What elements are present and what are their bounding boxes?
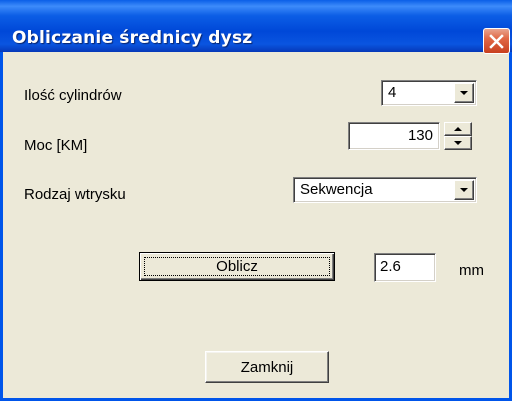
close-button-label: Zamknij: [240, 359, 294, 376]
spin-up-icon: [454, 127, 462, 131]
power-value: 130: [407, 127, 433, 144]
cylinders-value: 4: [388, 84, 397, 101]
power-label: Moc [KM]: [24, 137, 88, 154]
close-window-button[interactable]: [483, 28, 510, 54]
title-bar[interactable]: Obliczanie średnicy dysz: [0, 0, 512, 54]
result-field[interactable]: 2.6: [374, 253, 436, 282]
power-spin-down-button[interactable]: [444, 136, 472, 150]
power-spin-up-button[interactable]: [444, 122, 472, 136]
chevron-down-icon: [460, 91, 468, 95]
injection-type-label: Rodzaj wtrysku: [24, 186, 126, 203]
chevron-down-icon: [460, 188, 468, 192]
calculate-button-label: Oblicz: [216, 258, 258, 275]
close-button[interactable]: Zamknij: [205, 351, 329, 383]
injection-type-dropdown-button[interactable]: [454, 180, 474, 200]
injection-type-select[interactable]: Sekwencja: [293, 177, 477, 203]
cylinders-select[interactable]: 4: [381, 80, 477, 106]
dialog-window: Obliczanie średnicy dysz Ilość cylindrów…: [0, 0, 512, 401]
window-title: Obliczanie średnicy dysz: [12, 28, 253, 48]
cylinders-dropdown-button[interactable]: [454, 83, 474, 103]
calculate-button[interactable]: Oblicz: [139, 252, 335, 281]
close-icon: [489, 34, 504, 49]
spin-down-icon: [454, 141, 462, 145]
result-value: 2.6: [380, 258, 401, 275]
power-input[interactable]: 130: [348, 122, 440, 150]
result-unit: mm: [459, 262, 484, 279]
cylinders-label: Ilość cylindrów: [24, 87, 122, 104]
injection-type-value: Sekwencja: [300, 181, 373, 198]
